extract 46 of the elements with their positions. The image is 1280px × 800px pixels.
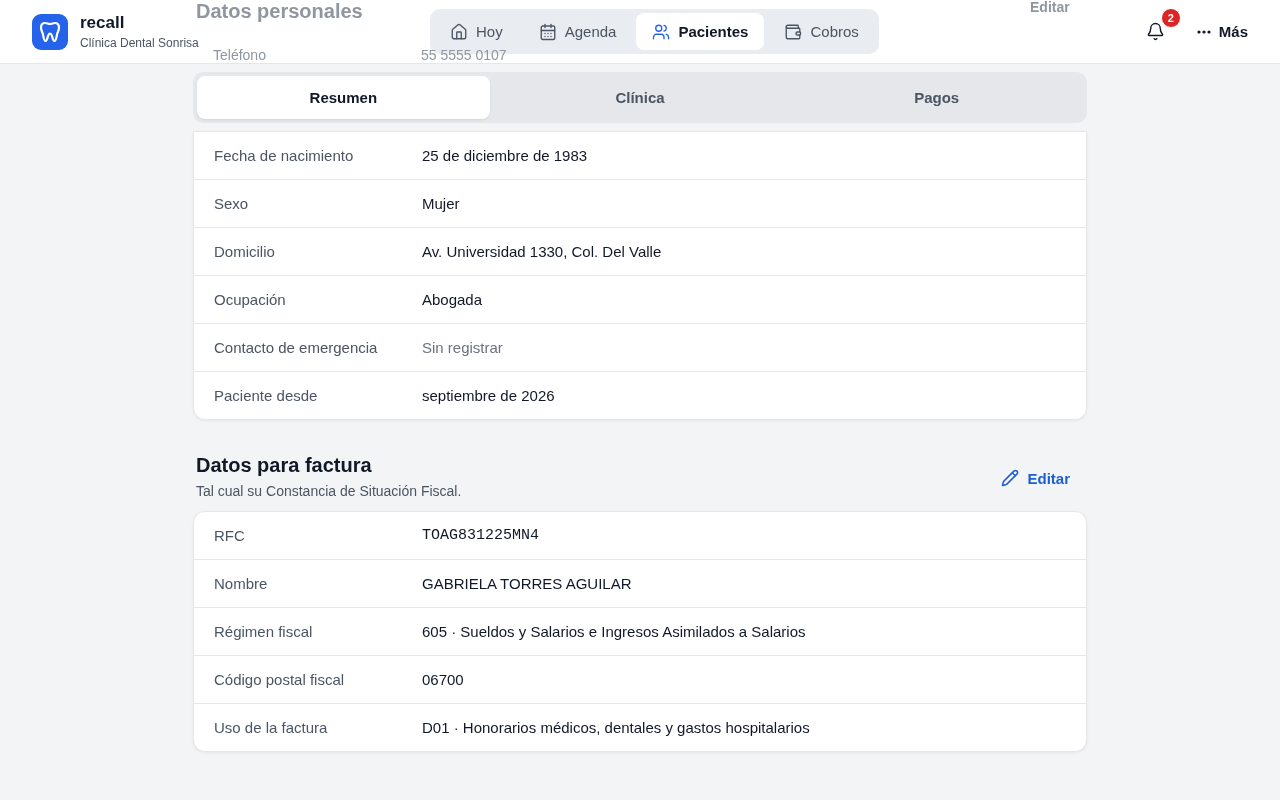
tab[interactable]: Pagos <box>790 76 1083 119</box>
clinic-name: Clínica Dental Sonrisa <box>80 36 199 50</box>
field-label: Nombre <box>214 575 269 592</box>
field-value: Mujer <box>422 195 460 212</box>
section-title: Datos para factura <box>196 454 373 477</box>
field-label: RFC <box>214 527 246 544</box>
field-value: 25 de diciembre de 1983 <box>422 147 588 164</box>
edit-button[interactable]: Editar <box>987 463 1084 493</box>
field-value: Av. Universidad 1330, Col. Del Valle <box>422 243 662 260</box>
field-label: Contacto de emergencia <box>214 339 379 356</box>
field-label: Código postal fiscal <box>214 671 346 688</box>
field-label: Régimen fiscal <box>214 623 314 640</box>
field-label: Teléfono <box>213 48 266 64</box>
notification-count: 2 <box>1160 8 1181 28</box>
field-value: 605 · Sueldos y Salarios e Ingresos Asimilados a Salarios <box>422 623 806 640</box>
tooth-logo-icon <box>32 13 68 50</box>
house-icon <box>450 22 468 41</box>
field-value: GABRIELA TORRES AGUILAR <box>422 575 632 592</box>
field-value: 06700 <box>422 671 464 688</box>
more-button[interactable]: Más <box>1196 23 1248 40</box>
tab[interactable]: Clínica <box>493 76 787 119</box>
pencil-icon <box>1001 469 1020 487</box>
ellipsis-icon <box>1196 29 1211 34</box>
field-label: Sexo <box>214 195 250 212</box>
nav-tab[interactable]: Cobros <box>768 13 875 50</box>
field-value: Abogada <box>422 291 483 308</box>
nav-tab[interactable]: Agenda <box>522 13 633 50</box>
field-label: Domicilio <box>214 243 276 260</box>
field-value: TOAG831225MN4 <box>422 527 540 544</box>
section-subtitle: Tal cual su Constancia de Situación Fiscal. <box>196 483 462 499</box>
calendar-icon <box>538 22 557 41</box>
field-label: Ocupación <box>214 291 287 308</box>
app-name: recall <box>80 13 126 33</box>
field-value: 55 5555 0107 <box>421 48 507 64</box>
nav-tab[interactable]: Pacientes <box>636 13 765 50</box>
field-value: D01 · Honorarios médicos, dentales y gastos hospitalarios <box>422 719 810 736</box>
field-label: Uso de la factura <box>214 719 329 736</box>
field-label: Paciente desde <box>214 387 319 404</box>
people-icon <box>652 22 671 41</box>
field-value: Sin registrar <box>422 339 503 356</box>
field-value: septiembre de 2026 <box>422 387 555 404</box>
section-title: Datos personales <box>196 0 363 22</box>
tab[interactable]: Resumen <box>197 76 490 119</box>
wallet-icon <box>784 22 803 41</box>
field-label: Fecha de nacimiento <box>214 147 355 164</box>
nav-tab[interactable]: Hoy <box>434 13 519 50</box>
